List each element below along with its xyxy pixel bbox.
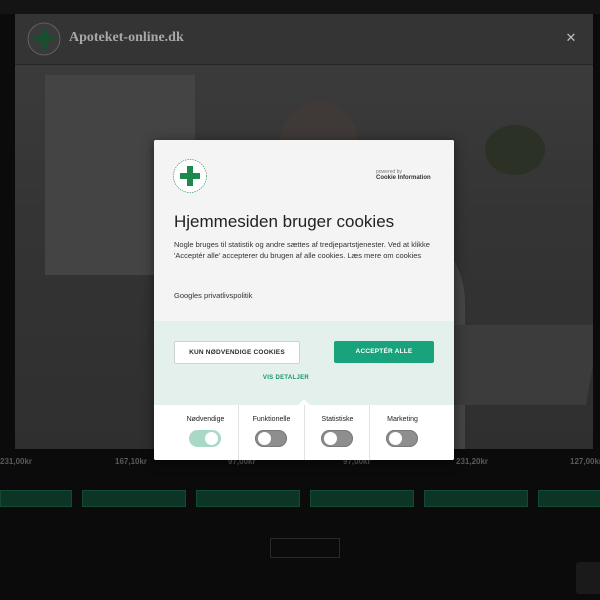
buy-button[interactable] <box>310 490 414 507</box>
functional-toggle-switch[interactable] <box>255 430 287 447</box>
toggle-statistics: Statistiske <box>304 405 370 460</box>
marketing-toggle-switch[interactable] <box>386 430 418 447</box>
toggle-label: Nødvendige <box>186 416 225 423</box>
cookie-category-toggles: Nødvendige Funktionelle Statistiske Mark… <box>154 405 454 460</box>
toggle-knob <box>324 432 337 445</box>
close-icon[interactable]: ✕ <box>561 28 581 48</box>
accept-all-button[interactable]: ACCEPTÉR ALLE <box>334 341 434 363</box>
site-title: Apoteket-online.dk <box>69 30 184 45</box>
apoteket-logo-icon <box>27 22 61 56</box>
toggle-knob <box>389 432 402 445</box>
necessary-toggle-switch[interactable] <box>189 430 221 447</box>
recaptcha-badge <box>576 562 600 594</box>
product-price: 231,20kr <box>456 457 489 466</box>
buy-button[interactable] <box>424 490 528 507</box>
show-more-button[interactable] <box>270 538 340 558</box>
cookie-actions: KUN NØDVENDIGE COOKIES ACCEPTÉR ALLE VIS… <box>154 321 454 405</box>
product-price: 167,10kr <box>115 457 148 466</box>
product-price: 127,00kr <box>570 457 600 466</box>
photo-plant <box>485 125 545 175</box>
cookie-dialog-header: powered by Cookie Information Hjemmeside… <box>154 140 454 321</box>
toggle-functional: Funktionelle <box>238 405 304 460</box>
toggle-label: Statistiske <box>321 416 354 423</box>
top-bar <box>0 0 600 14</box>
privacy-policy-link[interactable]: Googles privatlivspolitik <box>174 291 252 300</box>
cookie-dialog-title: Hjemmesiden bruger cookies <box>174 212 395 231</box>
toggle-knob <box>205 432 218 445</box>
toggle-necessary: Nødvendige <box>173 405 238 460</box>
show-details-link[interactable]: VIS DETALJER <box>154 375 418 381</box>
statistics-toggle-switch[interactable] <box>321 430 353 447</box>
product-modal-header: Apoteket-online.dk ✕ <box>15 14 593 65</box>
toggle-label: Funktionelle <box>252 416 291 423</box>
provider-name: Cookie Information <box>376 175 431 181</box>
cookie-dialog-description: Nogle bruges til statistik og andre sætt… <box>174 240 430 260</box>
necessary-only-button[interactable]: KUN NØDVENDIGE COOKIES <box>174 341 300 364</box>
buy-button[interactable] <box>0 490 72 507</box>
toggle-label: Marketing <box>387 416 418 423</box>
buy-button[interactable] <box>538 490 600 507</box>
toggle-marketing: Marketing <box>369 405 435 460</box>
toggle-knob <box>258 432 271 445</box>
buy-button[interactable] <box>82 490 186 507</box>
buy-button[interactable] <box>196 490 300 507</box>
apoteket-logo-icon <box>173 159 207 193</box>
product-price: 231,00kr <box>0 457 33 466</box>
cookie-consent-dialog: powered by Cookie Information Hjemmeside… <box>154 140 454 460</box>
